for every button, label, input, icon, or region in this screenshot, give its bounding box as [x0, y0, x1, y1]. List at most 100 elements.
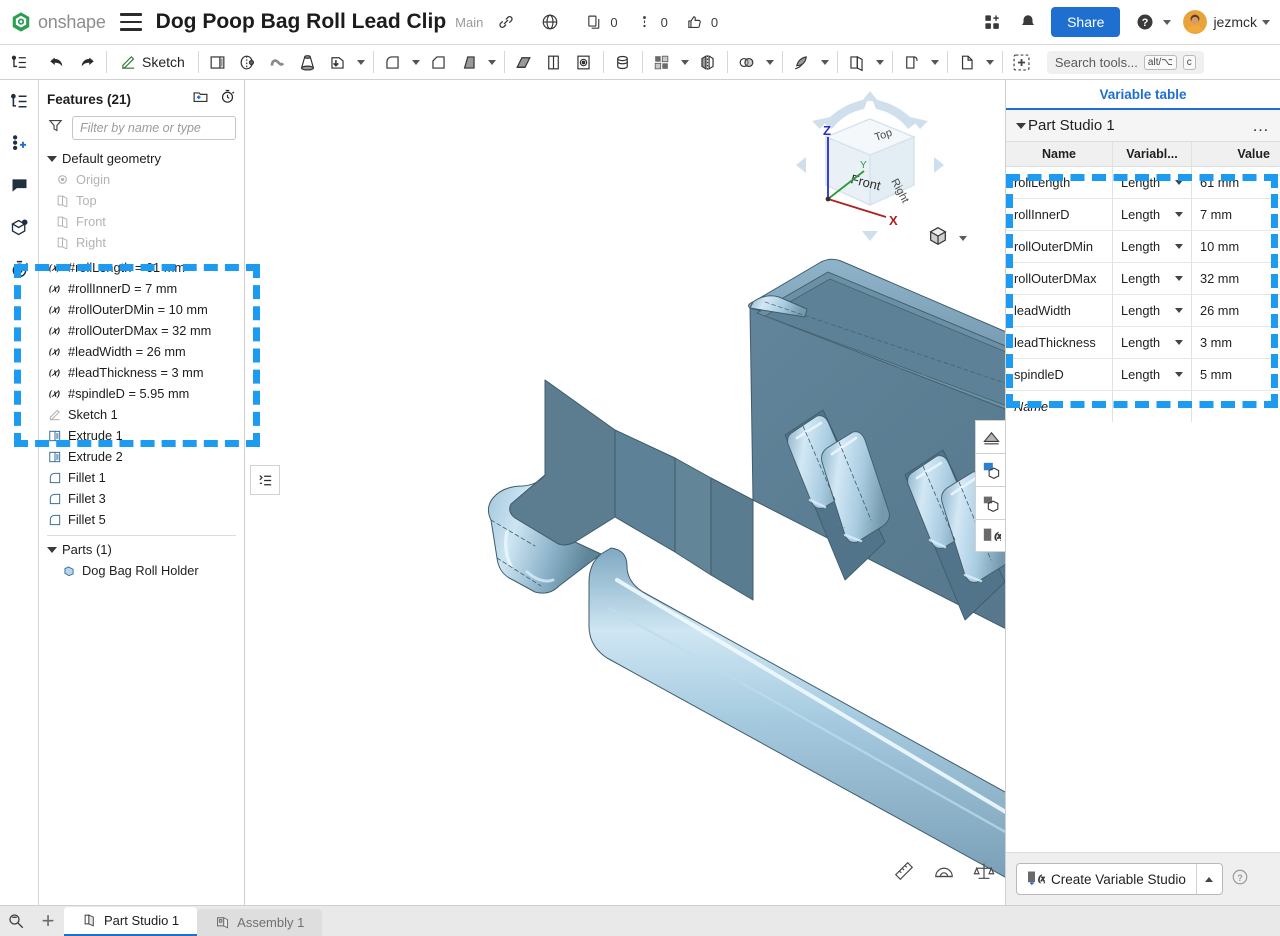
new-variable-name-input[interactable]: Name	[1006, 391, 1112, 422]
boolean-icon[interactable]	[608, 47, 638, 77]
tree-item-part-dog-bag-roll-holder[interactable]: Dog Bag Roll Holder	[39, 560, 244, 581]
history-icon[interactable]	[6, 256, 32, 282]
mass-properties-icon[interactable]	[973, 860, 995, 887]
add-instance-icon[interactable]	[6, 130, 32, 156]
variable-name[interactable]: rollOuterDMin	[1006, 231, 1112, 262]
rib-icon[interactable]	[539, 47, 569, 77]
create-variable-studio-button[interactable]: (x) Create Variable Studio	[1016, 863, 1223, 895]
view-cube[interactable]: Top Front Right Z X Y	[790, 85, 950, 245]
variable-type-select[interactable]: Length	[1112, 295, 1192, 326]
help-circle-icon[interactable]: ?	[1231, 868, 1249, 891]
variable-value[interactable]: 61 mm	[1192, 167, 1280, 198]
tree-item-right-plane[interactable]: Right	[39, 232, 244, 253]
chevron-down-icon[interactable]	[985, 59, 994, 65]
help-menu[interactable]: ?	[1128, 9, 1172, 35]
new-folder-icon[interactable]	[192, 88, 209, 110]
variable-type-select[interactable]: Length	[1112, 199, 1192, 230]
display-state-icon[interactable]	[975, 486, 1005, 519]
search-tools-button[interactable]: Search tools... alt/⌥ c	[1046, 50, 1204, 74]
tree-item-sketch-1[interactable]: Sketch 1	[39, 404, 244, 425]
sweep-icon[interactable]	[263, 47, 293, 77]
protractor-icon[interactable]	[933, 860, 955, 887]
tree-item-fillet-5[interactable]: Fillet 5	[39, 509, 244, 530]
section-view-icon[interactable]	[975, 420, 1005, 453]
loft-icon[interactable]	[293, 47, 323, 77]
add-tab-button[interactable]: +	[32, 905, 64, 936]
transform-icon[interactable]	[732, 47, 762, 77]
variable-name[interactable]: leadWidth	[1006, 295, 1112, 326]
fillet-icon[interactable]	[378, 47, 408, 77]
plane-icon[interactable]	[842, 47, 872, 77]
filter-icon[interactable]	[47, 117, 64, 139]
tree-item-variable-spindled[interactable]: (𝑥) #spindleD = 5.95 mm	[39, 383, 244, 404]
chevron-down-icon[interactable]	[875, 59, 884, 65]
chevron-down-icon[interactable]	[930, 59, 939, 65]
variable-name[interactable]: rollInnerD	[1006, 199, 1112, 230]
tree-item-variable-rollouterdmax[interactable]: (𝑥) #rollOuterDMax = 32 mm	[39, 320, 244, 341]
tree-item-variable-rolllength[interactable]: (𝑥) #rollLength = 61 mm	[39, 257, 244, 278]
variable-type-select[interactable]: Length	[1112, 359, 1192, 390]
tree-item-fillet-3[interactable]: Fillet 3	[39, 488, 244, 509]
extrude-icon[interactable]	[203, 47, 233, 77]
chamfer-icon[interactable]	[424, 47, 454, 77]
variable-name[interactable]: rollOuterDMax	[1006, 263, 1112, 294]
more-options-icon[interactable]: …	[1252, 117, 1270, 134]
parts-group[interactable]: Parts (1)	[39, 539, 244, 560]
table-row-new[interactable]: Name	[1006, 391, 1280, 422]
variable-name[interactable]: leadThickness	[1006, 327, 1112, 358]
comments-counter[interactable]: 0	[632, 9, 668, 35]
tree-item-top-plane[interactable]: Top	[39, 190, 244, 211]
comments-icon[interactable]	[6, 172, 32, 198]
tab-variable-table[interactable]: Variable table	[1006, 80, 1280, 110]
tree-item-variable-rollinnerd[interactable]: (𝑥) #rollInnerD = 7 mm	[39, 278, 244, 299]
measure-icon[interactable]	[893, 860, 915, 887]
search-document-icon[interactable]	[0, 905, 32, 936]
variable-type-select[interactable]: Length	[1112, 231, 1192, 262]
apps-grid-icon[interactable]	[979, 9, 1005, 35]
avatar[interactable]	[1183, 10, 1208, 34]
feature-tree-icon[interactable]	[4, 47, 34, 77]
tab-assembly-1[interactable]: Assembly 1	[197, 909, 323, 936]
redo-icon[interactable]	[72, 47, 102, 77]
table-row[interactable]: spindleD Length 5 mm	[1006, 359, 1280, 391]
feature-list-toggle-icon[interactable]	[250, 465, 280, 495]
chevron-down-icon[interactable]	[820, 59, 829, 65]
variable-type-select[interactable]: Length	[1112, 167, 1192, 198]
sketch-button[interactable]: Sketch	[111, 47, 194, 77]
default-geometry-group[interactable]: Default geometry	[39, 148, 244, 169]
undo-icon[interactable]	[42, 47, 72, 77]
variable-type-select[interactable]: Length	[1112, 263, 1192, 294]
likes-counter[interactable]: 0	[682, 9, 718, 35]
draft-icon[interactable]	[454, 47, 484, 77]
derive-icon[interactable]	[952, 47, 982, 77]
chevron-down-icon[interactable]	[1262, 19, 1270, 25]
chevron-down-icon[interactable]	[411, 59, 420, 65]
table-row[interactable]: rollLength Length 61 mm	[1006, 167, 1280, 199]
tab-part-studio-1[interactable]: Part Studio 1	[64, 907, 198, 936]
tree-item-origin[interactable]: Origin	[39, 169, 244, 190]
onshape-logo-icon[interactable]	[10, 11, 32, 33]
render-studio-icon[interactable]	[975, 453, 1005, 486]
tree-item-front-plane[interactable]: Front	[39, 211, 244, 232]
username-label[interactable]: jezmck	[1213, 14, 1257, 30]
tree-item-extrude-1[interactable]: Extrude 1	[39, 425, 244, 446]
notification-icon[interactable]	[1015, 9, 1041, 35]
feature-list-icon[interactable]	[6, 88, 32, 114]
variable-type-select[interactable]: Length	[1112, 327, 1192, 358]
3d-viewport[interactable]: Top Front Right Z X Y (	[245, 80, 1005, 905]
variable-value[interactable]: 26 mm	[1192, 295, 1280, 326]
copies-counter[interactable]: 0	[581, 9, 618, 35]
split-icon[interactable]	[787, 47, 817, 77]
variable-studio-header[interactable]: Part Studio 1 …	[1006, 110, 1280, 142]
chevron-down-icon[interactable]	[765, 59, 774, 65]
chevron-down-icon[interactable]	[680, 59, 689, 65]
sheet-metal-icon[interactable]	[897, 47, 927, 77]
insert-icon[interactable]	[1007, 47, 1037, 77]
globe-icon[interactable]	[537, 9, 563, 35]
create-variable-studio-dropdown[interactable]	[1195, 864, 1222, 894]
variable-value[interactable]: 32 mm	[1192, 263, 1280, 294]
tree-item-variable-leadthickness[interactable]: (𝑥) #leadThickness = 3 mm	[39, 362, 244, 383]
new-variable-value-cell[interactable]	[1192, 391, 1280, 422]
variable-name[interactable]: spindleD	[1006, 359, 1112, 390]
tree-item-fillet-1[interactable]: Fillet 1	[39, 467, 244, 488]
